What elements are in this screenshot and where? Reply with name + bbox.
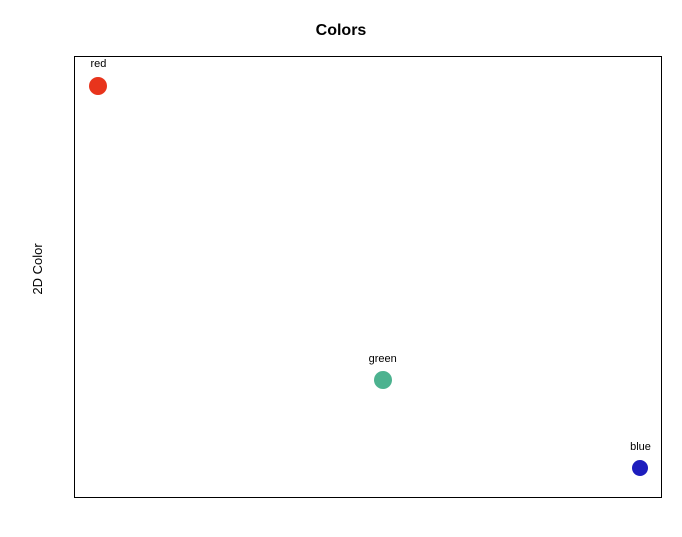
point-label-blue: blue — [630, 441, 651, 453]
point-blue — [632, 460, 648, 476]
chart-container: Colors 2D Color red green blue — [0, 0, 682, 537]
point-green — [374, 371, 392, 389]
point-label-green: green — [369, 353, 397, 365]
point-label-red: red — [90, 58, 106, 70]
chart-title: Colors — [0, 22, 682, 40]
point-red — [89, 77, 107, 95]
plot-area: red green blue — [74, 56, 662, 498]
y-axis-label: 2D Color — [30, 243, 45, 294]
